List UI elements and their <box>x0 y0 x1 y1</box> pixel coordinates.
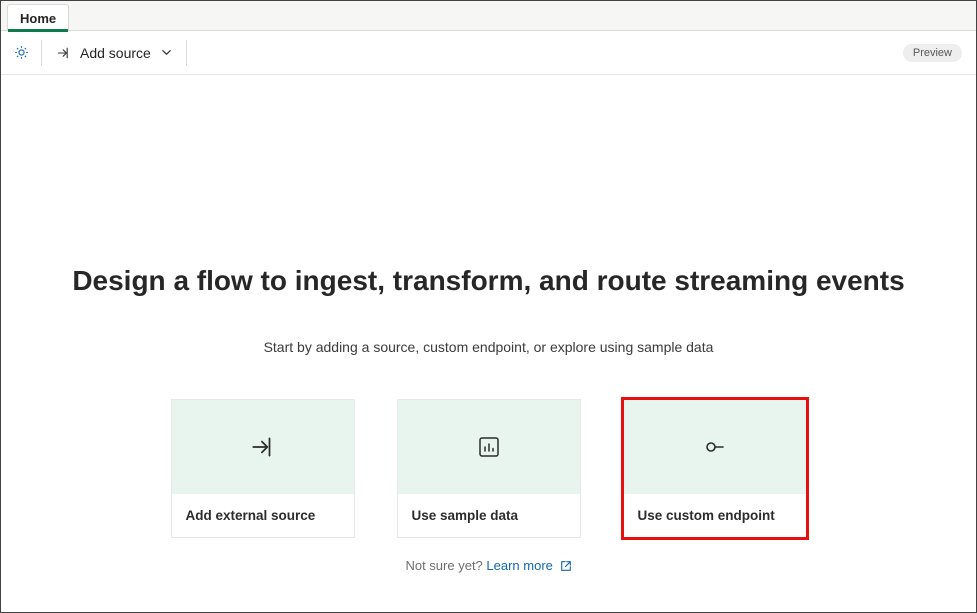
add-source-button[interactable]: Add source <box>42 31 186 74</box>
card-add-external-source[interactable]: Add external source <box>171 399 355 538</box>
main-content: Design a flow to ingest, transform, and … <box>1 75 976 573</box>
page-headline: Design a flow to ingest, transform, and … <box>1 265 976 297</box>
card-use-custom-endpoint[interactable]: Use custom endpoint <box>623 399 807 538</box>
bar-chart-icon <box>477 435 501 459</box>
card-row: Add external source Use sample data <box>1 399 976 538</box>
settings-button[interactable] <box>1 31 41 74</box>
card-icon-area <box>172 400 354 494</box>
card-use-sample-data[interactable]: Use sample data <box>397 399 581 538</box>
chevron-down-icon <box>161 47 172 58</box>
learn-more-link[interactable]: Learn more <box>486 558 571 573</box>
learn-more-row: Not sure yet? Learn more <box>1 558 976 573</box>
card-icon-area <box>398 400 580 494</box>
gear-icon <box>13 44 30 61</box>
external-link-icon <box>560 560 572 572</box>
page-subline: Start by adding a source, custom endpoin… <box>1 339 976 355</box>
toolbar: Add source Preview <box>1 31 976 75</box>
toolbar-divider <box>186 40 187 66</box>
tab-home-label: Home <box>20 11 56 26</box>
card-label: Use sample data <box>398 494 580 537</box>
card-icon-area <box>624 400 806 494</box>
learn-more-prefix: Not sure yet? <box>405 558 486 573</box>
card-label: Use custom endpoint <box>624 494 806 537</box>
tab-bar: Home <box>1 1 976 31</box>
tab-home[interactable]: Home <box>7 4 69 31</box>
add-source-label: Add source <box>80 45 151 61</box>
preview-badge: Preview <box>903 44 962 62</box>
endpoint-icon <box>703 435 727 459</box>
card-label: Add external source <box>172 494 354 537</box>
source-arrow-icon <box>56 45 72 61</box>
source-arrow-icon <box>250 434 276 460</box>
